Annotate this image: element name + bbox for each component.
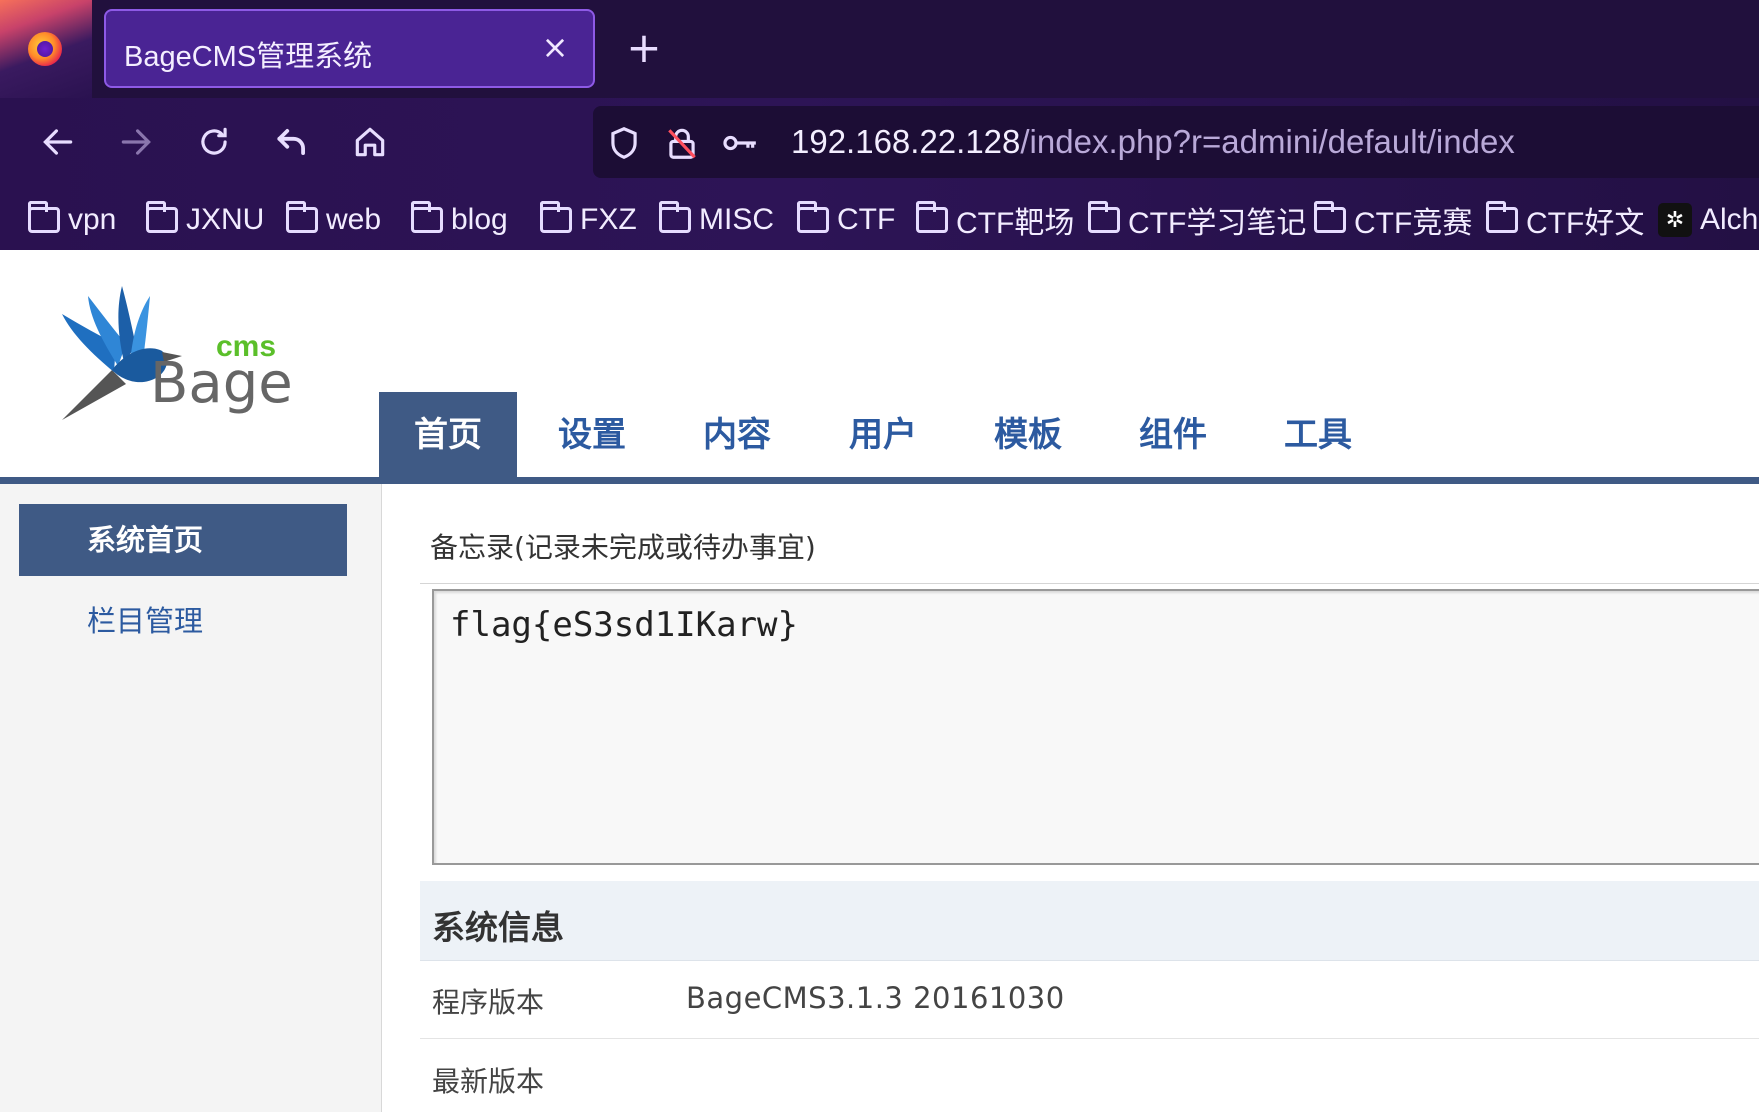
tab-title: BageCMS管理系统 <box>124 41 373 73</box>
memo-textarea[interactable]: flag{eS3sd1IKarw} <box>432 589 1759 865</box>
bookmark-label: blog <box>451 203 508 236</box>
folder-icon <box>540 201 572 233</box>
forward-arrow-icon[interactable] <box>112 118 160 166</box>
bookmark-label: web <box>326 203 382 236</box>
bookmarks-toolbar: vpn JXNU web blog FXZ MISC CTF CTF靶场 CTF… <box>0 192 1759 248</box>
folder-icon <box>916 201 948 233</box>
bookmark-folder[interactable]: vpn <box>28 198 116 242</box>
info-row: 最新版本 <box>420 1040 1759 1112</box>
info-value: BageCMS3.1.3 20161030 <box>686 981 1065 1015</box>
bookmark-label: CTF靶场 <box>956 207 1075 240</box>
bookmark-label: CTF <box>837 203 896 236</box>
reload-icon[interactable] <box>190 118 238 166</box>
bookmark-label: CTF竞赛 <box>1354 207 1473 240</box>
nav-components[interactable]: 组件 <box>1108 392 1238 478</box>
bookmark-label: FXZ <box>580 203 637 236</box>
folder-icon <box>1314 201 1346 233</box>
folder-icon <box>797 201 829 233</box>
browser-tab-active[interactable]: BageCMS管理系统 × <box>104 9 595 88</box>
bookmark-item[interactable]: ✲ Alch <box>1658 198 1758 242</box>
tab-strip: BageCMS管理系统 × + <box>0 0 1759 98</box>
bookmark-label: MISC <box>699 203 774 236</box>
folder-icon <box>286 201 318 233</box>
main-content: 备忘录(记录未完成或待办事宜) flag{eS3sd1IKarw} 系统信息 程… <box>420 484 1759 1112</box>
bookmark-folder[interactable]: CTF好文 <box>1486 198 1644 242</box>
bookmark-folder[interactable]: web <box>286 198 381 242</box>
key-icon[interactable] <box>721 124 759 162</box>
folder-icon <box>28 201 60 233</box>
bookmark-folder[interactable]: CTF竞赛 <box>1314 198 1472 242</box>
back-arrow-icon[interactable] <box>34 118 82 166</box>
url-path: /index.php?r=admini/default/index <box>1020 123 1515 160</box>
bookmark-label: vpn <box>68 203 117 236</box>
nav-divider <box>0 477 1759 484</box>
openai-icon: ✲ <box>1658 203 1692 237</box>
browser-chrome: BageCMS管理系统 × + 192.168.22.128/index.php… <box>0 0 1759 250</box>
nav-templates[interactable]: 模板 <box>963 392 1093 478</box>
folder-icon <box>1088 201 1120 233</box>
nav-users[interactable]: 用户 <box>818 392 948 478</box>
undo-icon[interactable] <box>268 118 316 166</box>
bookmark-label: JXNU <box>186 203 265 236</box>
main-nav: 首页 设置 内容 用户 模板 组件 工具 <box>0 392 1759 484</box>
nav-settings[interactable]: 设置 <box>527 392 657 478</box>
bookmark-folder[interactable]: JXNU <box>146 198 264 242</box>
navigation-toolbar: 192.168.22.128/index.php?r=admini/defaul… <box>0 98 1759 186</box>
info-label: 程序版本 <box>432 986 545 1019</box>
nav-content[interactable]: 内容 <box>672 392 802 478</box>
url-text[interactable]: 192.168.22.128/index.php?r=admini/defaul… <box>791 123 1515 161</box>
bookmark-label: CTF好文 <box>1526 207 1645 240</box>
folder-icon <box>659 201 691 233</box>
bookmark-label: Alch <box>1700 203 1759 236</box>
folder-icon <box>411 201 443 233</box>
shield-icon[interactable] <box>605 124 643 162</box>
page-viewport: cms Bage 首页 设置 内容 用户 模板 组件 工具 系统首页 栏目管理 … <box>0 250 1759 1112</box>
memo-title: 备忘录(记录未完成或待办事宜) <box>430 531 816 564</box>
url-bar[interactable]: 192.168.22.128/index.php?r=admini/defaul… <box>593 106 1759 178</box>
sidebar: 系统首页 栏目管理 <box>0 484 382 1112</box>
info-label: 最新版本 <box>432 1065 545 1098</box>
bookmark-folder[interactable]: CTF靶场 <box>916 198 1074 242</box>
sysinfo-title: 系统信息 <box>432 908 564 947</box>
divider <box>420 583 1759 584</box>
tab-close-icon[interactable]: × <box>537 29 573 65</box>
lock-insecure-icon[interactable] <box>663 124 701 162</box>
info-row: 程序版本 BageCMS3.1.3 20161030 <box>420 961 1759 1039</box>
bookmark-folder[interactable]: MISC <box>659 198 774 242</box>
url-host: 192.168.22.128 <box>791 123 1021 160</box>
sysinfo-header: 系统信息 <box>420 881 1759 961</box>
bookmark-folder[interactable]: CTF <box>797 198 895 242</box>
nav-home[interactable]: 首页 <box>379 392 517 478</box>
sidebar-item-column-manage[interactable]: 栏目管理 <box>87 597 203 645</box>
bookmark-folder[interactable]: blog <box>411 198 508 242</box>
home-icon[interactable] <box>346 118 394 166</box>
bookmark-label: CTF学习笔记 <box>1128 207 1307 240</box>
bookmark-folder[interactable]: CTF学习笔记 <box>1088 198 1306 242</box>
bookmark-folder[interactable]: FXZ <box>540 198 637 242</box>
new-tab-button[interactable]: + <box>622 26 666 70</box>
folder-icon <box>1486 201 1518 233</box>
folder-icon <box>146 201 178 233</box>
sidebar-item-system-home[interactable]: 系统首页 <box>19 504 347 576</box>
nav-tools[interactable]: 工具 <box>1253 392 1383 478</box>
firefox-logo-icon[interactable] <box>28 32 62 66</box>
